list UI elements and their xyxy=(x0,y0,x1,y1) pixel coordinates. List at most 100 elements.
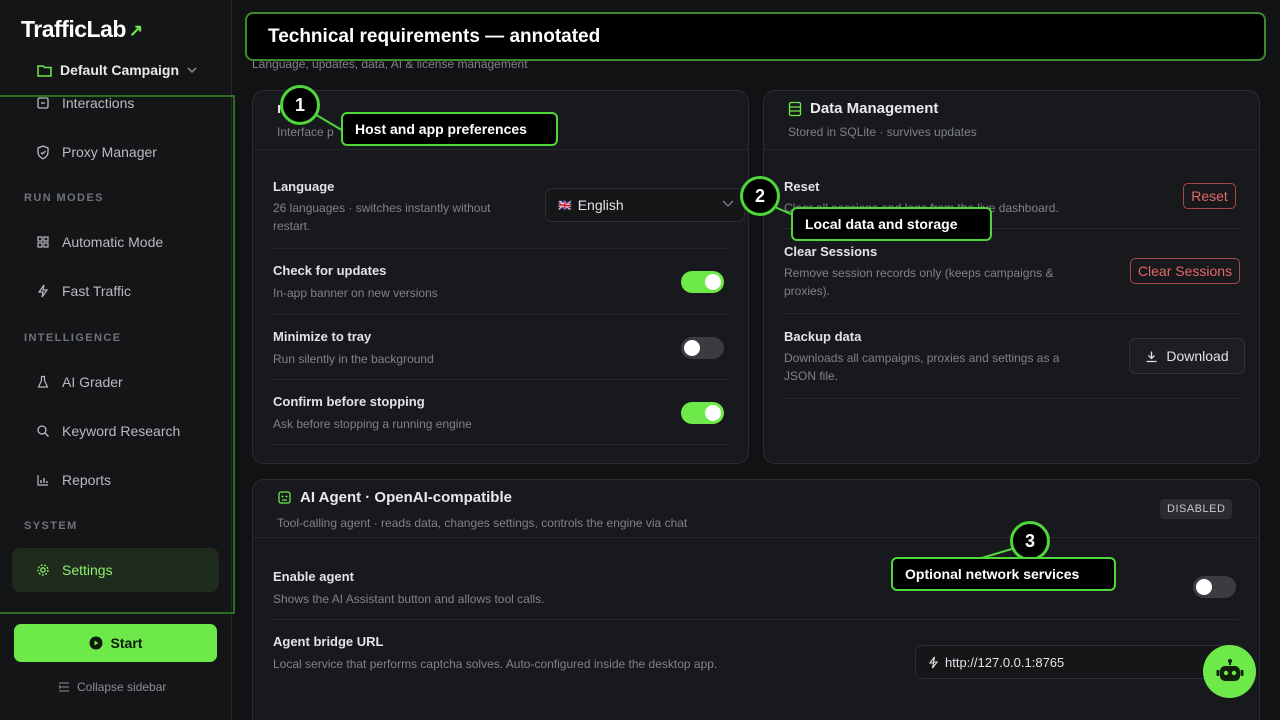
gear-icon xyxy=(37,564,49,576)
campaign-selector[interactable]: Default Campaign xyxy=(37,62,197,78)
logo-text: TrafficLab xyxy=(21,16,126,42)
divider xyxy=(784,398,1239,399)
minimize-tray-title: Minimize to tray xyxy=(273,329,372,344)
callout-label-3: Optional network services xyxy=(891,557,1116,591)
grid-icon xyxy=(37,236,49,248)
sidebar-item-reports[interactable]: Reports xyxy=(12,458,219,502)
general-subtitle: Interface p xyxy=(277,125,334,139)
language-title: Language xyxy=(273,179,335,194)
bridge-url-input[interactable]: http://127.0.0.1:8765 xyxy=(915,645,1245,679)
language-value: English xyxy=(577,197,624,213)
bridge-url-desc: Local service that performs captcha solv… xyxy=(273,657,718,671)
minimize-tray-toggle[interactable] xyxy=(681,337,724,359)
divider xyxy=(273,444,728,445)
enable-agent-desc: Shows the AI Assistant button and allows… xyxy=(273,592,545,606)
chevron-down-icon xyxy=(187,66,197,73)
confirm-stop-desc: Ask before stopping a running engine xyxy=(273,417,472,431)
sidebar-item-label: Interactions xyxy=(62,95,135,111)
section-run-modes: RUN MODES xyxy=(24,192,104,204)
start-label: Start xyxy=(110,635,143,651)
sidebar-item-label: Reports xyxy=(62,472,112,488)
check-updates-toggle[interactable] xyxy=(681,271,724,293)
sidebar: TrafficLab ↗ Default Campaign Interactio… xyxy=(0,0,235,720)
campaign-name: Default Campaign xyxy=(60,62,180,78)
chevron-down-icon xyxy=(722,200,734,207)
ai-agent-title: AI Agent · OpenAI-compatible xyxy=(277,489,512,506)
logo-check-icon: ↗ xyxy=(128,20,143,40)
ai-agent-card: AI Agent · OpenAI-compatible Tool-callin… xyxy=(252,479,1260,720)
data-management-title-text: Data Management xyxy=(810,100,939,117)
sidebar-item-label: Settings xyxy=(62,562,113,578)
sidebar-item-label: Fast Traffic xyxy=(62,283,131,299)
lightning-icon xyxy=(928,656,939,668)
data-management-card: Data Management Stored in SQLite · survi… xyxy=(763,90,1260,464)
divider xyxy=(253,149,748,150)
robot-icon xyxy=(1216,658,1243,681)
annotation-banner: Technical requirements — annotated xyxy=(245,12,1266,61)
sidebar-item-label: AI Grader xyxy=(62,374,123,390)
enable-agent-toggle[interactable] xyxy=(1193,576,1236,598)
app-logo[interactable]: TrafficLab ↗ xyxy=(21,16,143,43)
check-updates-desc: In-app banner on new versions xyxy=(273,286,438,300)
language-desc: 26 languages · switches instantly withou… xyxy=(273,201,491,233)
ai-agent-title-text: AI Agent · OpenAI-compatible xyxy=(300,489,512,506)
callout-label-2: Local data and storage xyxy=(791,207,992,241)
callout-number-2: 2 xyxy=(740,176,780,216)
bridge-url-value: http://127.0.0.1:8765 xyxy=(945,654,1065,670)
uk-flag-icon: 🇬🇧 xyxy=(558,199,572,212)
clear-sessions-desc: Remove session records only (keeps campa… xyxy=(784,266,1054,298)
sidebar-item-settings[interactable]: Settings xyxy=(12,548,219,592)
status-badge: DISABLED xyxy=(1160,499,1233,519)
shield-icon xyxy=(37,144,49,160)
toggle-knob xyxy=(1196,579,1212,595)
confirm-stop-toggle[interactable] xyxy=(681,402,724,424)
collapse-sidebar-button[interactable]: Collapse sidebar xyxy=(58,680,166,694)
clear-sessions-title: Clear Sessions xyxy=(784,244,878,259)
section-system: SYSTEM xyxy=(24,520,78,532)
download-button[interactable]: Download xyxy=(1129,338,1245,374)
section-intelligence: INTELLIGENCE xyxy=(24,332,122,344)
confirm-stop-title: Confirm before stopping xyxy=(273,394,425,409)
search-icon xyxy=(37,425,49,437)
ai-agent-subtitle: Tool-calling agent · reads data, changes… xyxy=(277,516,688,530)
language-select[interactable]: 🇬🇧 English xyxy=(545,188,745,222)
sidebar-item-label: Automatic Mode xyxy=(62,234,164,250)
ai-assistant-button[interactable] xyxy=(1203,645,1256,698)
sidebar-item-proxy-manager[interactable]: Proxy Manager xyxy=(12,130,219,174)
bar-chart-icon xyxy=(37,475,48,486)
sidebar-item-keyword-research[interactable]: Keyword Research xyxy=(12,409,219,453)
divider xyxy=(273,619,1238,620)
check-updates-title: Check for updates xyxy=(273,263,387,278)
clear-sessions-button[interactable]: Clear Sessions xyxy=(1130,258,1240,284)
divider xyxy=(273,248,728,249)
lightning-icon xyxy=(37,284,49,298)
callout-number-3: 3 xyxy=(1010,521,1050,561)
collapse-label: Collapse sidebar xyxy=(77,680,167,694)
sidebar-item-label: Keyword Research xyxy=(62,423,181,439)
main-content: S Language, updates, data, AI & license … xyxy=(232,0,1280,720)
toggle-knob xyxy=(684,340,700,356)
data-management-subtitle: Stored in SQLite · survives updates xyxy=(788,125,977,139)
backup-title: Backup data xyxy=(784,329,862,344)
database-icon xyxy=(788,101,802,116)
reset-button[interactable]: Reset xyxy=(1183,183,1236,209)
play-icon xyxy=(89,636,103,650)
sidebar-item-automatic-mode[interactable]: Automatic Mode xyxy=(12,220,219,264)
download-icon xyxy=(1146,351,1157,362)
flask-icon xyxy=(37,375,49,388)
interactions-icon xyxy=(37,97,49,109)
sidebar-item-ai-grader[interactable]: AI Grader xyxy=(12,360,219,404)
toggle-knob xyxy=(705,274,721,290)
robot-icon xyxy=(278,491,291,504)
sidebar-item-label: Proxy Manager xyxy=(62,144,157,160)
sidebar-item-interactions[interactable]: Interactions xyxy=(12,81,219,125)
start-button[interactable]: Start xyxy=(14,624,217,662)
reset-title: Reset xyxy=(784,179,820,194)
download-label: Download xyxy=(1166,348,1229,364)
sidebar-item-fast-traffic[interactable]: Fast Traffic xyxy=(12,269,219,313)
toggle-knob xyxy=(705,405,721,421)
backup-desc: Downloads all campaigns, proxies and set… xyxy=(784,351,1060,383)
collapse-icon xyxy=(58,682,69,692)
bridge-url-title: Agent bridge URL xyxy=(273,634,384,649)
minimize-tray-desc: Run silently in the background xyxy=(273,352,434,366)
